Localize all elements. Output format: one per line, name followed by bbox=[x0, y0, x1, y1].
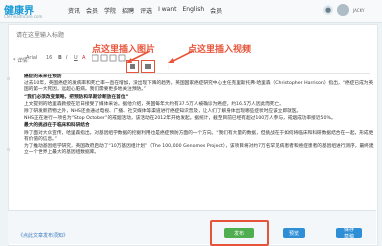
preview-button[interactable]: 预览 bbox=[283, 228, 305, 238]
paragraph: 为了推动基因组学研究，英国政府启动了“10万基因组计划”（The 100,000… bbox=[24, 144, 374, 156]
side-marker bbox=[7, 77, 10, 80]
publish-button[interactable]: 发布 bbox=[224, 228, 254, 238]
article-body[interactable]: 癌症的未来在预防 过去10年，英国癌症的发病率和死亡率一直在增加，没出现下降的趋… bbox=[24, 74, 374, 209]
paragraph: 过去10年，英国癌症的发病率和死亡率一直在增加，没出现下降的趋势。英国国家癌症研… bbox=[24, 81, 374, 93]
paragraph: 最大的挑战在于临床和科研结合 bbox=[24, 123, 90, 129]
paragraph: NHS正在进行一项名为“Stop October”的戒烟活动，该活动在2012年… bbox=[24, 116, 336, 122]
side-marker bbox=[7, 148, 10, 151]
arrow-head-video bbox=[168, 58, 174, 63]
save-draft-button[interactable]: 保存草稿 bbox=[336, 227, 362, 240]
publish-guidelines-link[interactable]: 《点此文章发布须知》 bbox=[18, 232, 68, 239]
paragraph: 癌症的未来在预防 bbox=[24, 74, 62, 79]
paragraph: “我们必须改变策略，把预防和早期诊断放在首位” bbox=[24, 94, 129, 100]
arrow-to-video-icon bbox=[170, 50, 194, 63]
paragraph: 除了面对大众宣传，哈里森指出，对基因组学数据的挖掘利用也是癌症预防方面的一个方向… bbox=[24, 130, 374, 142]
paragraph: 除了研发新药物之外，NHS还会通过电视、广播、社交媒体等渠道进行癌症知识普及，让… bbox=[24, 109, 302, 115]
arrow-head-image bbox=[126, 58, 132, 63]
paragraph: 上文提到的哈里森教授在近日接受了媒体采访。据他介绍，英国每年大约有37.5万人被… bbox=[24, 101, 284, 107]
